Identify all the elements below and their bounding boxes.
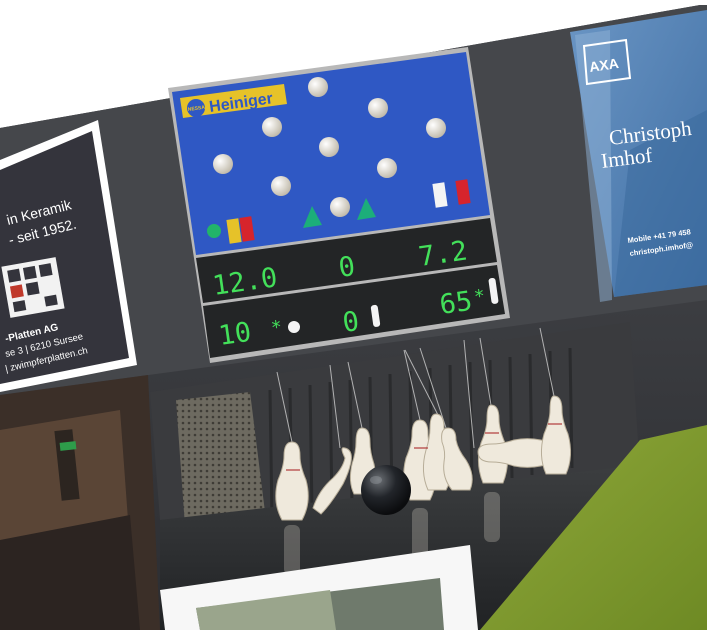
led-row2-right: 65: [438, 286, 475, 321]
green-dot-icon: [207, 224, 221, 238]
bowling-ball: [361, 465, 411, 515]
led-row2-left: 10: [217, 317, 254, 352]
tile-logo-icon: [1, 257, 65, 318]
scoreboard: NESSA Heiniger 12.0 0 7.2 10 * 0 65 *: [168, 47, 510, 363]
bowling-lane-photo: in Keramik - seit 1952. -Platten AG se 3…: [0, 0, 707, 630]
ball-icon: [288, 321, 300, 333]
